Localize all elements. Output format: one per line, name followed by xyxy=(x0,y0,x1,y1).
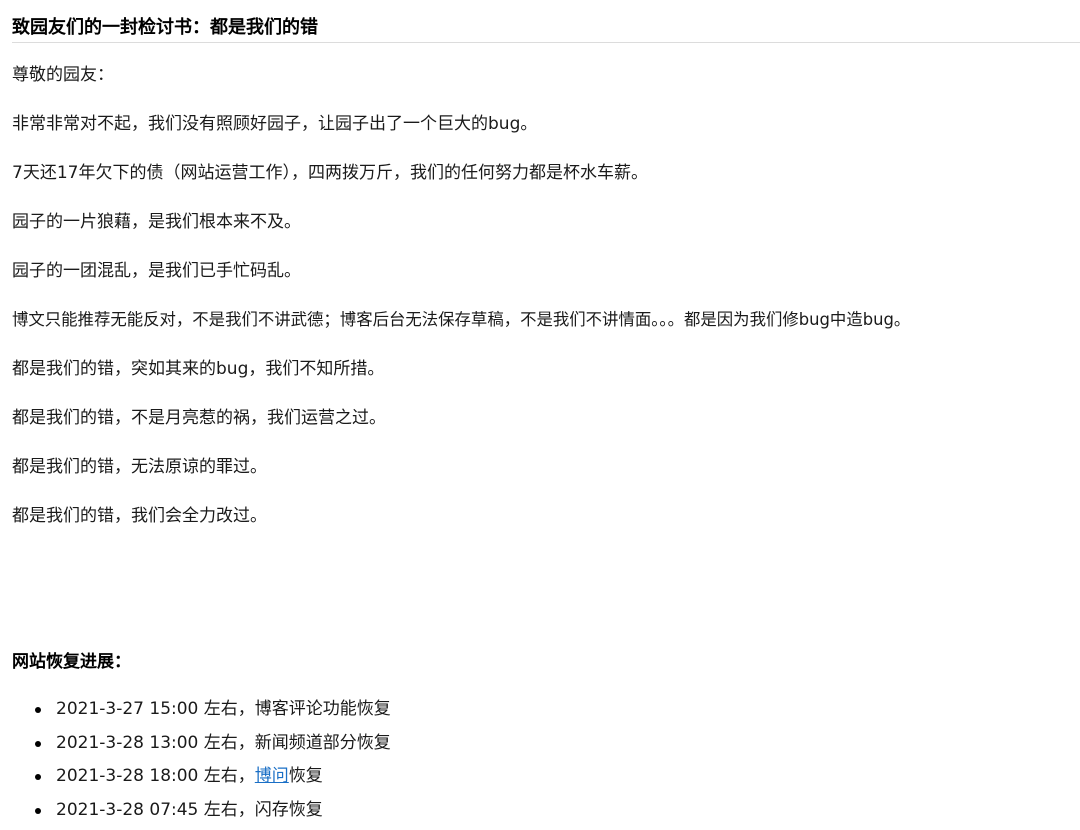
paragraph: 博文只能推荐无能反对，不是我们不讲武德；博客后台无法保存草稿，不是我们不讲情面。… xyxy=(12,310,911,329)
bullet-icon xyxy=(35,807,41,814)
paragraph: 都是我们的错，无法原谅的罪过。 xyxy=(12,457,267,477)
progress-text: 闪存恢复 xyxy=(254,799,323,820)
paragraph: 园子的一团混乱，是我们已手忙码乱。 xyxy=(12,261,301,281)
progress-time: 2021-3-28 13:00 左右， xyxy=(56,732,255,753)
list-item: 2021-3-28 07:45 左右，闪存恢复 xyxy=(12,794,391,828)
bowen-link[interactable]: 博问 xyxy=(255,766,289,786)
paragraph: 都是我们的错，不是月亮惹的祸，我们运营之过。 xyxy=(12,408,386,428)
progress-section-title: 网站恢复进展： xyxy=(12,652,131,672)
bullet-icon xyxy=(35,707,41,713)
paragraph: 园子的一片狼藉，是我们根本来不及。 xyxy=(12,212,301,232)
list-item: 2021-3-27 15:00 左右，博客评论功能恢复 xyxy=(12,693,391,727)
paragraph-salutation: 尊敬的园友： xyxy=(12,65,114,85)
paragraph: 都是我们的错，突如其来的bug，我们不知所措。 xyxy=(12,359,385,379)
progress-time: 2021-3-27 15:00 左右， xyxy=(56,699,255,719)
paragraph: 都是我们的错，我们会全力改过。 xyxy=(12,506,267,526)
bullet-icon xyxy=(35,774,41,780)
list-item: 2021-3-28 13:00 左右，新闻频道部分恢复 xyxy=(12,727,391,761)
progress-text: 新闻频道部分恢复 xyxy=(254,732,391,753)
bullet-icon xyxy=(35,740,41,747)
progress-time: 2021-3-28 18:00 左右， xyxy=(56,766,255,786)
paragraph: 非常非常对不起，我们没有照顾好园子，让园子出了一个巨大的bug。 xyxy=(12,114,538,134)
letter-body: 尊敬的园友： 非常非常对不起，我们没有照顾好园子，让园子出了一个巨大的bug。 … xyxy=(12,60,910,550)
paragraph: 7天还17年欠下的债（网站运营工作），四两拨万斤，我们的任何努力都是杯水车薪。 xyxy=(12,163,648,183)
progress-text: 恢复 xyxy=(288,766,323,786)
progress-time: 2021-3-28 07:45 左右， xyxy=(56,799,255,820)
page-title: 致园友们的一封检讨书：都是我们的错 xyxy=(12,14,1080,43)
progress-list: 2021-3-27 15:00 左右，博客评论功能恢复 2021-3-28 13… xyxy=(12,693,391,827)
progress-text: 博客评论功能恢复 xyxy=(254,699,391,719)
list-item: 2021-3-28 18:00 左右，博问恢复 xyxy=(12,760,391,794)
